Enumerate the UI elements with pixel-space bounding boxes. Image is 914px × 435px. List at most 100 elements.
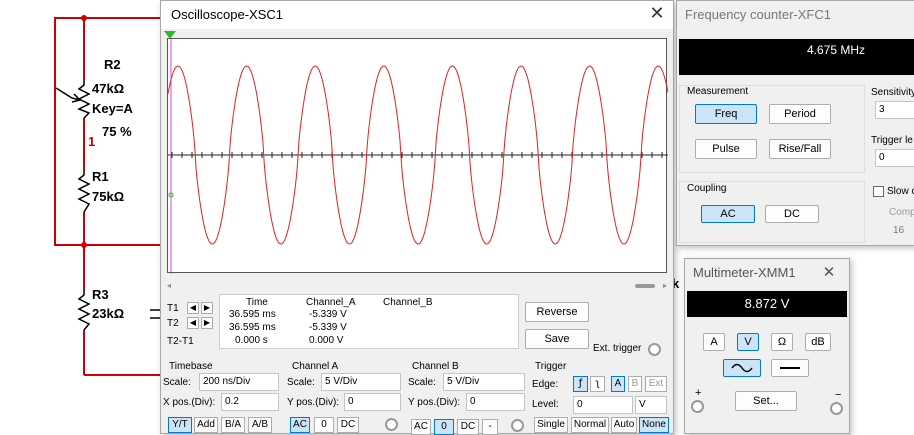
comp-label: Comp <box>889 207 914 218</box>
oscilloscope-titlebar[interactable]: Oscilloscope-XSC1 <box>161 1 673 29</box>
r1-name: R1 <box>92 169 109 184</box>
fc-ac-button[interactable]: AC <box>701 205 755 223</box>
multimeter-close-icon[interactable]: ✕ <box>815 259 843 287</box>
mode-add-button[interactable]: Add <box>194 417 218 433</box>
pulse-button[interactable]: Pulse <box>695 139 757 159</box>
channel-b-title: Channel B <box>412 361 459 372</box>
scroll-thumb[interactable] <box>635 284 655 288</box>
freq-counter-titlebar[interactable]: Frequency counter-XFC1 <box>677 1 914 29</box>
measurement-title: Measurement <box>687 86 749 97</box>
rising-edge-icon[interactable]: ƒ <box>573 376 588 392</box>
channel-b-ypos-field[interactable]: 0 <box>466 393 525 411</box>
node-label: 1 <box>88 134 96 149</box>
t1-right-arrow-icon[interactable]: ▶ <box>201 302 213 314</box>
mode-a-button[interactable]: A <box>703 333 725 351</box>
trigger-title: Trigger <box>535 361 567 372</box>
trigger-marker-icon[interactable] <box>164 31 178 43</box>
sensitivity-field[interactable]: 3 <box>875 101 914 119</box>
plus-terminal[interactable] <box>691 400 704 413</box>
trigger-level-label: Level: <box>532 399 559 410</box>
header-time: Time <box>246 297 268 308</box>
trigger-level-unit[interactable]: V <box>635 396 667 414</box>
mode-ohm-button[interactable]: Ω <box>771 333 793 351</box>
minus-terminal[interactable] <box>830 402 843 415</box>
timebase-xpos-label: X pos.(Div): <box>163 397 216 408</box>
oscilloscope-window: Oscilloscope-XSC1 ✕ ◂ ▸ T1 ◀ ▶ T2 ◀ ▶ T2… <box>160 0 674 435</box>
r3-value: 23kΩ <box>92 306 125 321</box>
trigger-level-field[interactable]: 0 <box>573 396 633 414</box>
fc-trigger-level-field[interactable]: 0 <box>875 149 914 167</box>
channel-a-scale-field[interactable]: 5 V/Div <box>321 373 401 391</box>
fc-dc-button[interactable]: DC <box>765 205 819 223</box>
trigger-normal-button[interactable]: Normal <box>571 417 609 433</box>
trigger-none-button[interactable]: None <box>639 417 669 433</box>
sensitivity-title: Sensitivity <box>871 87 914 98</box>
multimeter-window: Multimeter-XMM1 ✕ 8.872 V A V Ω dB + Set… <box>684 258 850 434</box>
channel-b-terminal[interactable] <box>511 419 524 432</box>
channel-b-dc-button[interactable]: DC <box>457 419 479 435</box>
channel-a-dc-button[interactable]: DC <box>337 417 359 433</box>
channel-b-invert-button[interactable]: - <box>482 419 498 435</box>
channel-a-zero-button[interactable]: 0 <box>314 417 334 433</box>
rise-fall-button[interactable]: Rise/Fall <box>769 139 831 159</box>
channel-b-scale-field[interactable]: 5 V/Div <box>443 373 525 391</box>
r2-name: R2 <box>104 57 121 72</box>
scroll-right-icon[interactable]: ▸ <box>663 281 667 290</box>
close-icon[interactable]: ✕ <box>643 1 671 29</box>
freq-counter-title: Frequency counter-XFC1 <box>685 7 831 22</box>
channel-a-ypos-field[interactable]: 0 <box>344 393 401 411</box>
mode-ab-button[interactable]: A/B <box>248 417 272 433</box>
minus-label: − <box>835 389 842 401</box>
scope-scrollbar[interactable]: ◂ ▸ <box>167 281 673 291</box>
timebase-title: Timebase <box>169 361 213 372</box>
timebase-xpos-field[interactable]: 0.2 <box>221 393 279 411</box>
t1-time: 36.595 ms <box>229 309 276 320</box>
t2-t1-channel-a: 0.000 V <box>309 335 344 346</box>
t2-t1-label: T2-T1 <box>167 336 194 347</box>
channel-b-ac-button[interactable]: AC <box>411 419 431 435</box>
mode-v-button[interactable]: V <box>737 333 759 351</box>
channel-a-terminal[interactable] <box>385 418 398 431</box>
t2-left-arrow-icon[interactable]: ◀ <box>187 317 199 329</box>
trigger-source-ext-button[interactable]: Ext <box>645 376 667 392</box>
scroll-left-icon[interactable]: ◂ <box>167 281 171 290</box>
save-button[interactable]: Save <box>525 329 589 349</box>
channel-b-zero-button[interactable]: 0 <box>434 419 454 435</box>
dc-line-glyph <box>780 367 800 369</box>
ext-trigger-terminal[interactable] <box>648 343 661 356</box>
trigger-source-a-button[interactable]: A <box>611 376 625 392</box>
t2-right-arrow-icon[interactable]: ▶ <box>201 317 213 329</box>
dc-line-icon[interactable] <box>771 359 809 377</box>
r2-key: Key=A <box>92 101 133 116</box>
t2-label: T2 <box>167 318 179 329</box>
slow-change-label: Slow c <box>887 186 914 197</box>
reverse-button[interactable]: Reverse <box>525 302 589 322</box>
t1-left-arrow-icon[interactable]: ◀ <box>187 302 199 314</box>
period-button[interactable]: Period <box>769 104 831 124</box>
mode-db-button[interactable]: dB <box>805 333 831 351</box>
slow-change-checkbox[interactable] <box>873 186 884 197</box>
t1-label: T1 <box>167 303 179 314</box>
ac-wave-icon[interactable] <box>723 359 761 377</box>
comp-value: 16 <box>893 225 905 236</box>
falling-edge-icon[interactable]: ʅ <box>590 376 605 392</box>
mode-yt-button[interactable]: Y/T <box>168 417 192 433</box>
set-button[interactable]: Set... <box>735 391 797 411</box>
frequency-counter-window: Frequency counter-XFC1 4.675 MHz Measure… <box>676 0 914 246</box>
r2-percent: 75 % <box>102 124 132 139</box>
timebase-scale-field[interactable]: 200 ns/Div <box>199 373 279 391</box>
ext-trigger-label: Ext. trigger <box>593 343 642 354</box>
trigger-auto-button[interactable]: Auto <box>611 417 637 433</box>
t2-time: 36.595 ms <box>229 322 276 333</box>
trigger-source-b-button[interactable]: B <box>628 376 642 392</box>
trigger-single-button[interactable]: Single <box>534 417 568 433</box>
mode-ba-button[interactable]: B/A <box>221 417 245 433</box>
channel-a-ac-button[interactable]: AC <box>290 417 310 433</box>
measurement-table: Time Channel_A Channel_B 36.595 ms -5.33… <box>219 294 519 349</box>
freq-button[interactable]: Freq <box>695 104 757 124</box>
multimeter-display: 8.872 V <box>687 291 847 317</box>
r2-value: 47kΩ <box>92 81 125 96</box>
trigger-edge-label: Edge: <box>532 379 559 390</box>
oscilloscope-title: Oscilloscope-XSC1 <box>171 7 283 22</box>
t2-channel-a: -5.339 V <box>309 322 347 333</box>
